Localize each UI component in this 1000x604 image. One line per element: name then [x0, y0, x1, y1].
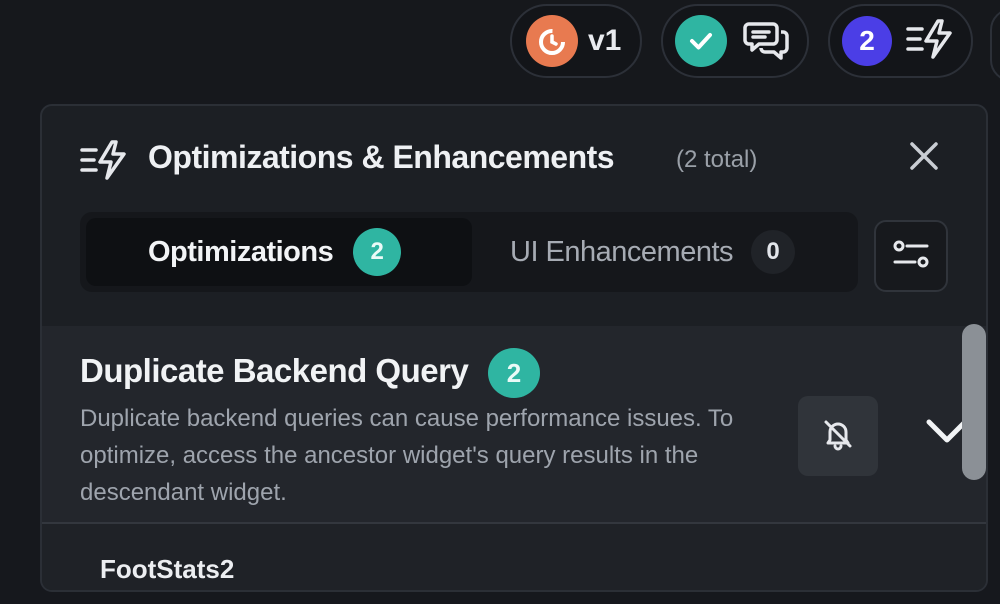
lightning-lines-icon [80, 140, 128, 185]
sub-item-title: FootStats2 [100, 554, 235, 584]
panel-header: Optimizations & Enhancements (2 total) [42, 106, 986, 210]
sliders-icon [891, 234, 931, 279]
tab-optimizations-label: Optimizations [148, 235, 334, 268]
optimization-item[interactable]: Duplicate Backend Query 2 Duplicate back… [42, 326, 986, 522]
optimizations-count-badge: 2 [842, 16, 892, 66]
item-title: Duplicate Backend Query [80, 352, 469, 389]
optimizations-panel: Optimizations & Enhancements (2 total) O… [40, 104, 988, 592]
overflow-pill[interactable] [990, 8, 1000, 82]
tab-optimizations[interactable]: Optimizations 2 [86, 218, 472, 286]
sub-item-row[interactable]: FootStats2 [42, 524, 986, 590]
timer-refresh-icon [526, 15, 578, 67]
item-count-badge: 2 [488, 348, 540, 398]
version-label: v1 [588, 24, 622, 57]
tab-optimizations-count: 2 [353, 228, 402, 276]
lightning-lines-icon [906, 18, 954, 64]
mute-button[interactable] [798, 396, 878, 476]
tab-ui-enhancements-count: 0 [751, 230, 796, 274]
scrollbar[interactable] [962, 324, 986, 480]
tab-bar: Optimizations 2 UI Enhancements 0 [80, 212, 858, 292]
panel-total-count: (2 total) [676, 146, 758, 173]
top-bar: v1 2 [0, 0, 1000, 100]
bell-off-icon [820, 416, 856, 457]
close-icon[interactable] [904, 136, 944, 176]
version-pill[interactable]: v1 [510, 4, 642, 78]
panel-title: Optimizations & Enhancements [148, 139, 615, 175]
tab-ui-enhancements[interactable]: UI Enhancements 0 [472, 218, 852, 286]
check-circle-icon [675, 15, 727, 67]
chat-bubbles-icon[interactable] [743, 18, 789, 65]
optimizations-pill[interactable]: 2 [828, 4, 973, 78]
item-description: Duplicate backend queries can cause perf… [80, 405, 734, 506]
filter-button[interactable] [874, 220, 948, 292]
tab-ui-enhancements-label: UI Enhancements [510, 235, 734, 268]
status-pill[interactable] [661, 4, 809, 78]
